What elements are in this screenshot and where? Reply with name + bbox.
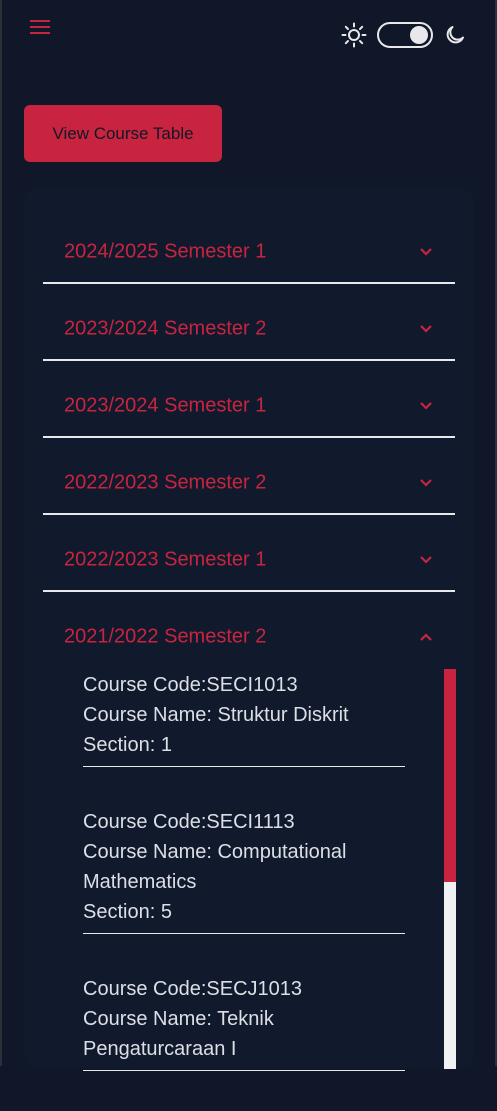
course-code: Course Code:SECI1013	[83, 674, 298, 696]
accordion-semester-5[interactable]: 2022/2023 Semester 1	[43, 516, 455, 592]
sun-icon	[341, 22, 367, 48]
chevron-down-icon	[420, 479, 432, 487]
semester-title: 2023/2024 Semester 1	[64, 394, 267, 417]
course-list: Course Code:SECI1013 Course Name: Strukt…	[83, 670, 405, 1111]
chevron-up-icon	[420, 633, 432, 641]
course-name: Course Name: Struktur Diskrit	[83, 704, 349, 726]
scrollbar-thumb[interactable]	[444, 669, 456, 882]
chevron-down-icon	[420, 248, 432, 256]
semester-title: 2024/2025 Semester 1	[64, 240, 267, 263]
accordion-semester-2[interactable]: 2023/2024 Semester 2	[43, 285, 455, 361]
view-course-table-button[interactable]: View Course Table	[24, 105, 222, 162]
course-name: Course Name: Computational Mathematics	[83, 841, 347, 893]
top-bar	[2, 0, 495, 80]
semester-title: 2023/2024 Semester 2	[64, 317, 267, 340]
course-section: Section: 1	[83, 734, 172, 756]
chevron-down-icon	[420, 402, 432, 410]
semester-title: 2022/2023 Semester 2	[64, 471, 267, 494]
chevron-down-icon	[420, 556, 432, 564]
moon-icon	[446, 26, 464, 44]
hamburger-icon[interactable]	[30, 20, 52, 38]
semester-title: 2022/2023 Semester 1	[64, 548, 267, 571]
course-section: Section: 5	[83, 901, 172, 923]
list-item: Course Code:SECJ1013 Course Name: Teknik…	[83, 974, 405, 1071]
course-name: Course Name: Teknik Pengaturcaraan I	[83, 1008, 274, 1060]
accordion-semester-3[interactable]: 2023/2024 Semester 1	[43, 362, 455, 438]
list-item: Course Code:SECI1013 Course Name: Strukt…	[83, 670, 405, 767]
accordion-semester-4[interactable]: 2022/2023 Semester 2	[43, 439, 455, 515]
theme-switcher	[341, 22, 467, 48]
accordion-semester-1[interactable]: 2024/2025 Semester 1	[43, 208, 455, 284]
theme-toggle[interactable]	[377, 22, 433, 48]
list-item: Course Code:SECI1113 Course Name: Comput…	[83, 807, 405, 934]
course-code: Course Code:SECJ1013	[83, 978, 303, 1000]
semester-title: 2021/2022 Semester 2	[64, 625, 267, 648]
accordion-semester-6[interactable]: 2021/2022 Semester 2	[43, 593, 455, 669]
scrollbar[interactable]	[444, 669, 456, 1069]
toggle-knob	[410, 26, 428, 44]
course-code: Course Code:SECI1113	[83, 811, 295, 833]
chevron-down-icon	[420, 325, 432, 333]
